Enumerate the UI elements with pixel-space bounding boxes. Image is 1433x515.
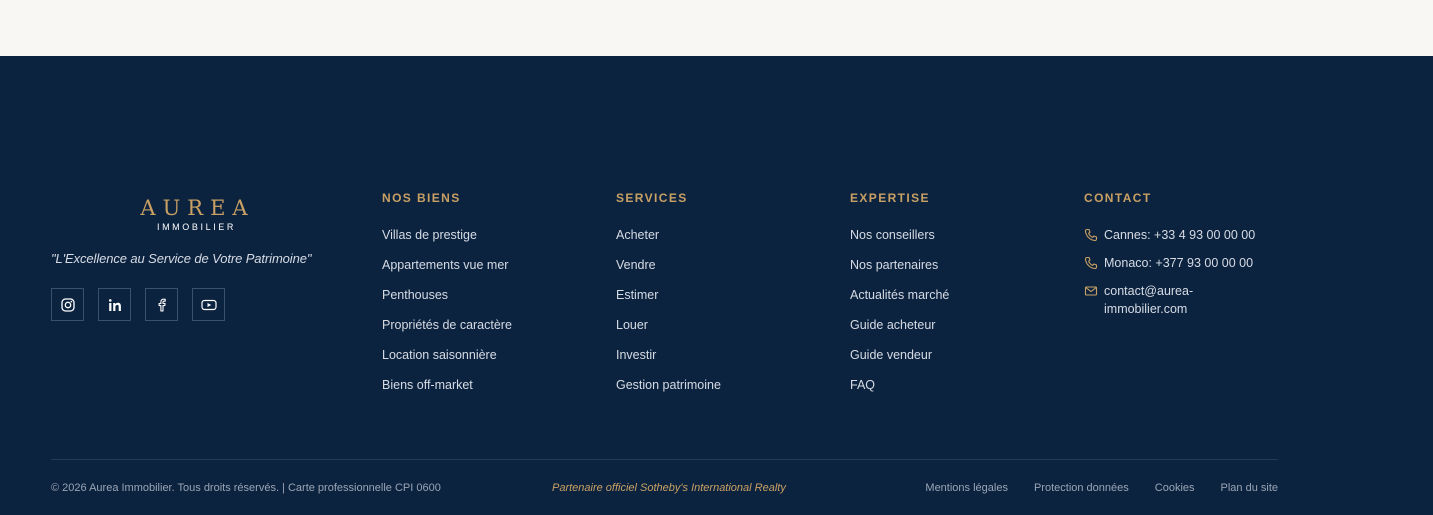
tagline: "L'Excellence au Service de Votre Patrim… bbox=[51, 251, 312, 266]
youtube-button[interactable] bbox=[192, 288, 225, 321]
linkedin-icon bbox=[108, 298, 121, 311]
footer-brand: AUREA IMMOBILIER "L'Excellence au Servic… bbox=[51, 196, 338, 321]
top-band bbox=[0, 0, 1433, 56]
legal-link-plan[interactable]: Plan du site bbox=[1221, 481, 1278, 495]
footer-bottom-bar: © 2026 Aurea Immobilier. Tous droits rés… bbox=[51, 481, 1278, 497]
legal-link-mentions[interactable]: Mentions légales bbox=[925, 481, 1008, 495]
footer-link[interactable]: Propriétés de caractère bbox=[382, 317, 512, 347]
column-title: CONTACT bbox=[1084, 191, 1152, 205]
footer-link[interactable]: Vendre bbox=[616, 257, 721, 287]
linkedin-button[interactable] bbox=[98, 288, 131, 321]
footer-link[interactable]: Acheter bbox=[616, 227, 721, 257]
footer-column-nos-biens: NOS BIENS Villas de prestige Appartement… bbox=[382, 191, 512, 407]
footer-link[interactable]: Biens off-market bbox=[382, 377, 512, 407]
social-links bbox=[51, 288, 338, 321]
contact-text: Cannes: +33 4 93 00 00 00 bbox=[1104, 228, 1256, 242]
logo-wordmark: AUREA bbox=[140, 196, 255, 220]
contact-text: Monaco: +377 93 00 00 00 bbox=[1104, 256, 1254, 270]
legal-link-cookies[interactable]: Cookies bbox=[1155, 481, 1195, 495]
footer-link[interactable]: Penthouses bbox=[382, 287, 512, 317]
footer-link[interactable]: Estimer bbox=[616, 287, 721, 317]
copyright: © 2026 Aurea Immobilier. Tous droits rés… bbox=[51, 482, 441, 494]
footer-column-services: SERVICES Acheter Vendre Estimer Louer In… bbox=[616, 191, 721, 407]
logo-subtitle: IMMOBILIER bbox=[156, 222, 236, 232]
column-title: EXPERTISE bbox=[850, 191, 930, 205]
legal-link-protection[interactable]: Protection données bbox=[1034, 481, 1129, 495]
logo[interactable]: AUREA IMMOBILIER bbox=[51, 196, 338, 233]
facebook-icon bbox=[158, 298, 166, 312]
contact-text: contact@aurea-immobilier.com bbox=[1104, 284, 1194, 316]
column-title: NOS BIENS bbox=[382, 191, 461, 205]
site-footer: AUREA IMMOBILIER "L'Excellence au Servic… bbox=[0, 56, 1433, 515]
footer-link[interactable]: Appartements vue mer bbox=[382, 257, 512, 287]
facebook-button[interactable] bbox=[145, 288, 178, 321]
footer-link[interactable]: Gestion patrimoine bbox=[616, 377, 721, 407]
legal-links: Mentions légales Protection données Cook… bbox=[899, 481, 1278, 495]
footer-link[interactable]: Investir bbox=[616, 347, 721, 377]
footer-link[interactable]: FAQ bbox=[850, 377, 949, 407]
footer-column-contact: CONTACT Cannes: +33 4 93 00 00 00 Monaco… bbox=[1084, 191, 1284, 328]
youtube-icon bbox=[200, 299, 217, 310]
footer-column-expertise: EXPERTISE Nos conseillers Nos partenaire… bbox=[850, 191, 949, 407]
phone-icon bbox=[1084, 256, 1098, 270]
mail-icon bbox=[1084, 286, 1098, 296]
footer-link[interactable]: Louer bbox=[616, 317, 721, 347]
footer-link[interactable]: Nos conseillers bbox=[850, 227, 949, 257]
footer-link[interactable]: Guide vendeur bbox=[850, 347, 949, 377]
footer-link[interactable]: Actualités marché bbox=[850, 287, 949, 317]
footer-divider bbox=[51, 459, 1278, 460]
contact-phone-cannes[interactable]: Cannes: +33 4 93 00 00 00 bbox=[1084, 226, 1284, 244]
instagram-icon bbox=[60, 297, 75, 312]
footer-link[interactable]: Villas de prestige bbox=[382, 227, 512, 257]
contact-email[interactable]: contact@aurea-immobilier.com bbox=[1084, 282, 1284, 318]
column-title: SERVICES bbox=[616, 191, 688, 205]
footer-link[interactable]: Location saisonnière bbox=[382, 347, 512, 377]
instagram-button[interactable] bbox=[51, 288, 84, 321]
contact-phone-monaco[interactable]: Monaco: +377 93 00 00 00 bbox=[1084, 254, 1284, 272]
phone-icon bbox=[1084, 228, 1098, 242]
partner-note: Partenaire officiel Sotheby's Internatio… bbox=[552, 482, 786, 494]
footer-link[interactable]: Nos partenaires bbox=[850, 257, 949, 287]
footer-link[interactable]: Guide acheteur bbox=[850, 317, 949, 347]
